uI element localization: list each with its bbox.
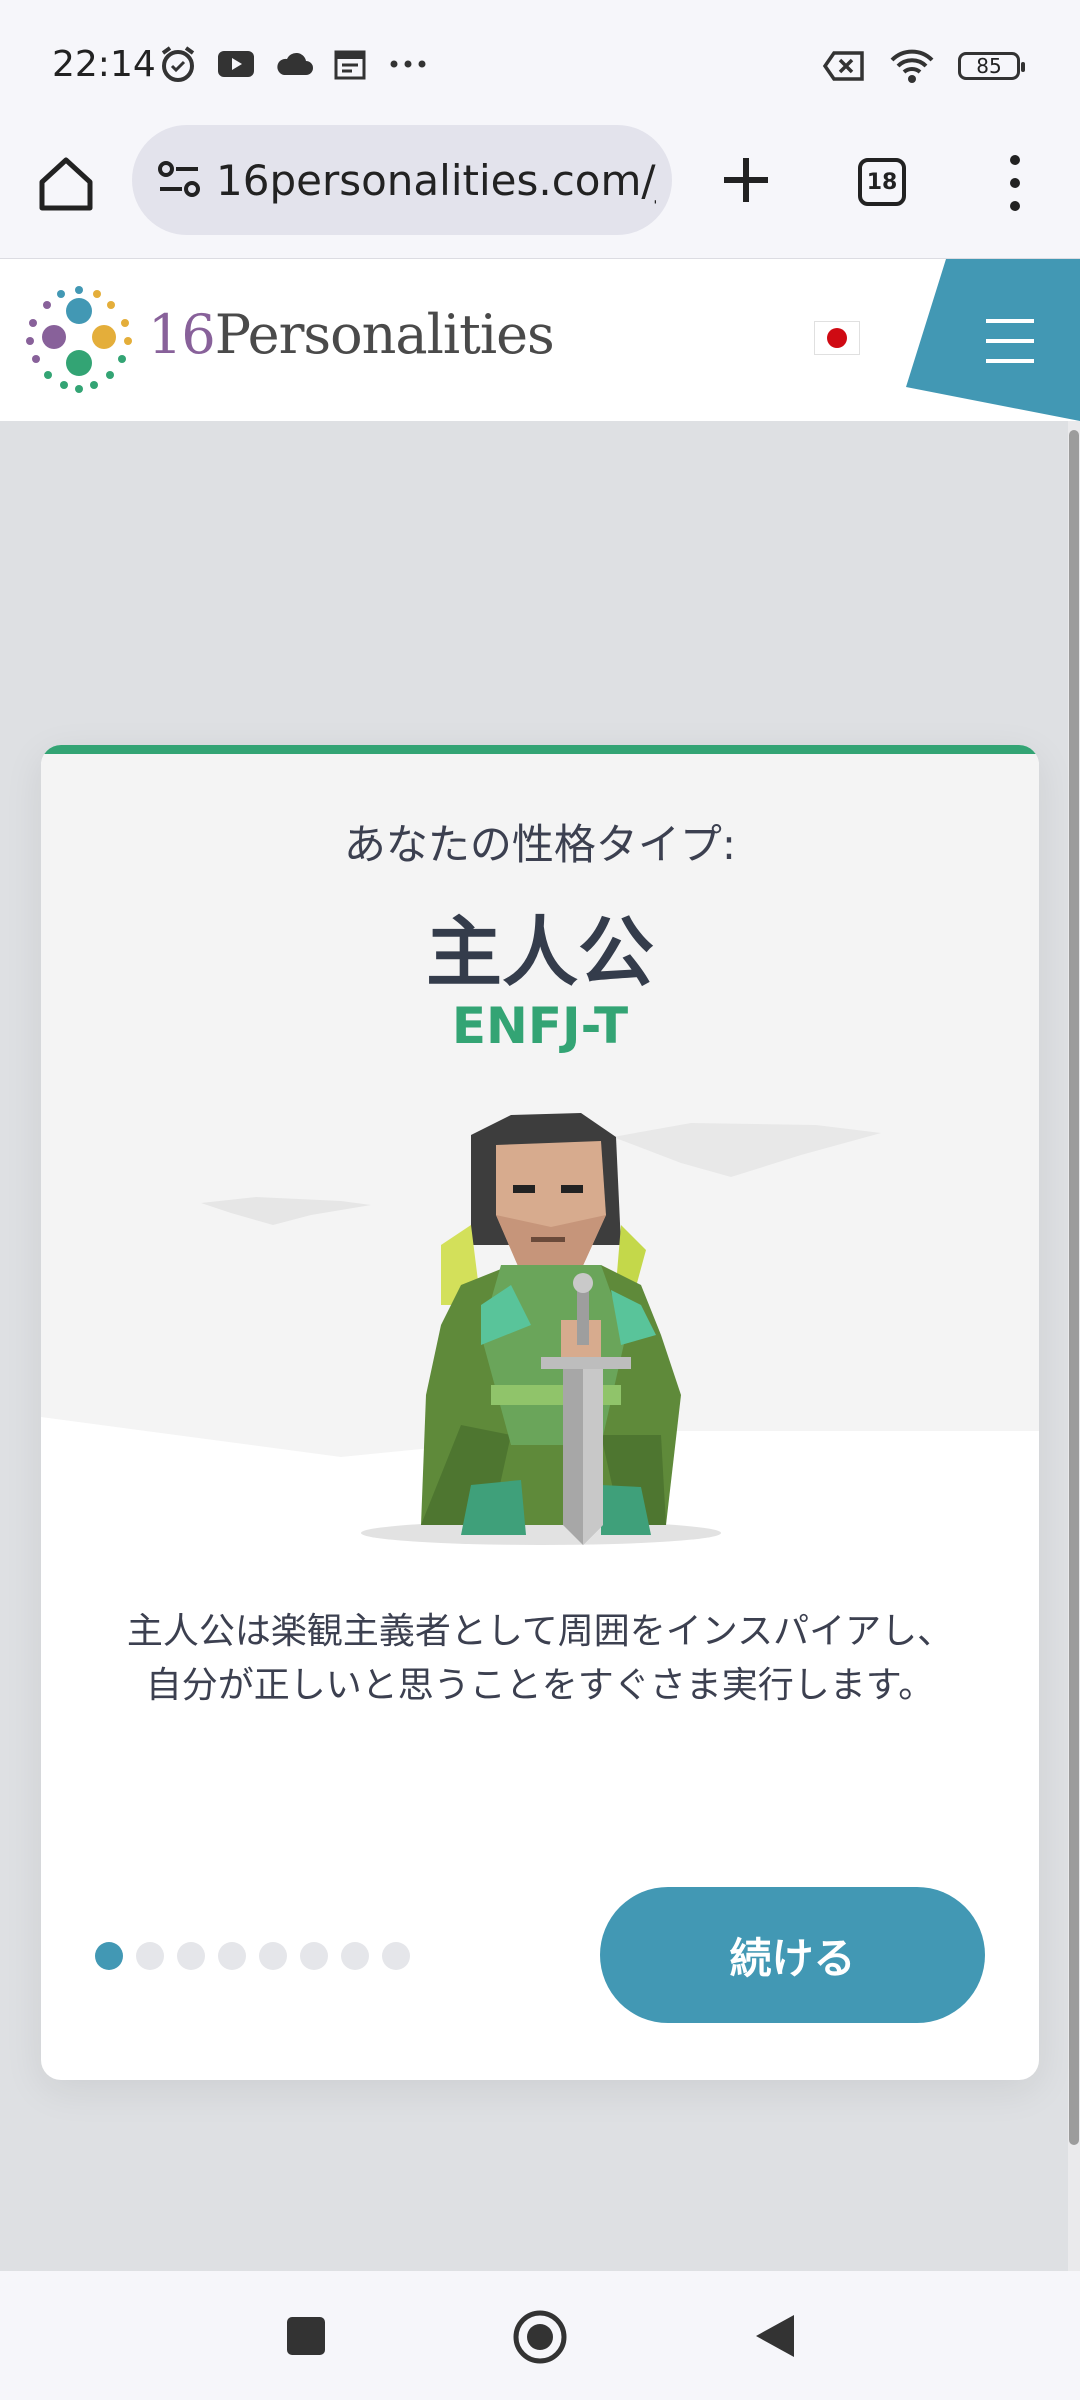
pagination-dot[interactable] bbox=[177, 1942, 205, 1970]
logo-mark-icon[interactable] bbox=[24, 285, 134, 395]
hero-illustration bbox=[41, 745, 1039, 1605]
pagination-dot[interactable] bbox=[382, 1942, 410, 1970]
description-line-1: 主人公は楽観主義者として周囲をインスパイアし、 bbox=[126, 1611, 954, 1652]
scrollbar-thumb[interactable] bbox=[1069, 430, 1079, 2145]
home-circle-icon[interactable] bbox=[512, 2309, 568, 2365]
pagination-dot[interactable] bbox=[136, 1942, 164, 1970]
tab-switcher-button[interactable]: 18 bbox=[858, 158, 906, 206]
pagination-dot[interactable] bbox=[218, 1942, 246, 1970]
status-bar: 22:14 85 bbox=[0, 0, 1080, 120]
card-accent-line bbox=[41, 745, 1039, 754]
pagination-dot[interactable] bbox=[300, 1942, 328, 1970]
url-text[interactable]: 16personalities.com/j bbox=[216, 156, 656, 205]
address-bar[interactable]: 16personalities.com/j bbox=[132, 125, 672, 235]
logo-number: 16 bbox=[148, 303, 216, 366]
no-sim-icon bbox=[822, 51, 864, 81]
recents-icon[interactable] bbox=[287, 2317, 325, 2355]
system-navigation-bar bbox=[0, 2271, 1080, 2400]
language-flag-japan-icon[interactable] bbox=[814, 321, 860, 355]
more-dots-icon bbox=[390, 60, 426, 68]
continue-button[interactable]: 続ける bbox=[600, 1887, 985, 2023]
browser-menu-icon[interactable] bbox=[1000, 150, 1030, 216]
status-time: 22:14 bbox=[52, 44, 156, 85]
pagination-dots bbox=[95, 1942, 410, 1970]
description-line-2: 自分が正しいと思うことをすぐさま実行します。 bbox=[145, 1665, 935, 1706]
back-icon[interactable] bbox=[750, 2311, 798, 2361]
browser-toolbar: 16personalities.com/j 18 bbox=[0, 120, 1080, 260]
pagination-dot[interactable] bbox=[259, 1942, 287, 1970]
personality-type-code: ENFJ-T bbox=[451, 997, 629, 1055]
card-subtitle: あなたの性格タイプ: bbox=[343, 820, 737, 869]
home-icon[interactable] bbox=[34, 152, 98, 216]
site-settings-icon[interactable] bbox=[154, 155, 204, 205]
personality-type-name: 主人公 bbox=[426, 908, 654, 997]
flag-dot bbox=[827, 328, 847, 348]
youtube-icon bbox=[218, 51, 254, 77]
pagination-dot[interactable] bbox=[341, 1942, 369, 1970]
logo-word: Personalities bbox=[214, 303, 555, 366]
pagination-dot[interactable] bbox=[95, 1942, 123, 1970]
battery-icon: 85 bbox=[958, 52, 1025, 80]
battery-level: 85 bbox=[976, 54, 1002, 78]
site-header: 16Personalities bbox=[0, 259, 1080, 421]
status-notification-icons bbox=[158, 44, 430, 84]
personality-description: 主人公は楽観主義者として周囲をインスパイアし、 自分が正しいと思うことをすぐさま… bbox=[81, 1605, 999, 1713]
wifi-icon bbox=[890, 49, 934, 83]
status-system-icons: 85 bbox=[822, 48, 1025, 84]
calendar-icon bbox=[334, 50, 366, 80]
cloud-icon bbox=[277, 52, 313, 75]
tab-count: 18 bbox=[866, 169, 898, 195]
new-tab-icon[interactable] bbox=[712, 146, 780, 214]
alarm-icon bbox=[161, 46, 195, 82]
result-card: あなたの性格タイプ: 主人公 ENFJ-T 主人公は楽観主義者として周囲をインス… bbox=[41, 745, 1039, 2080]
logo-wordmark[interactable]: 16Personalities bbox=[148, 303, 555, 366]
hamburger-menu-icon[interactable] bbox=[906, 259, 1080, 421]
